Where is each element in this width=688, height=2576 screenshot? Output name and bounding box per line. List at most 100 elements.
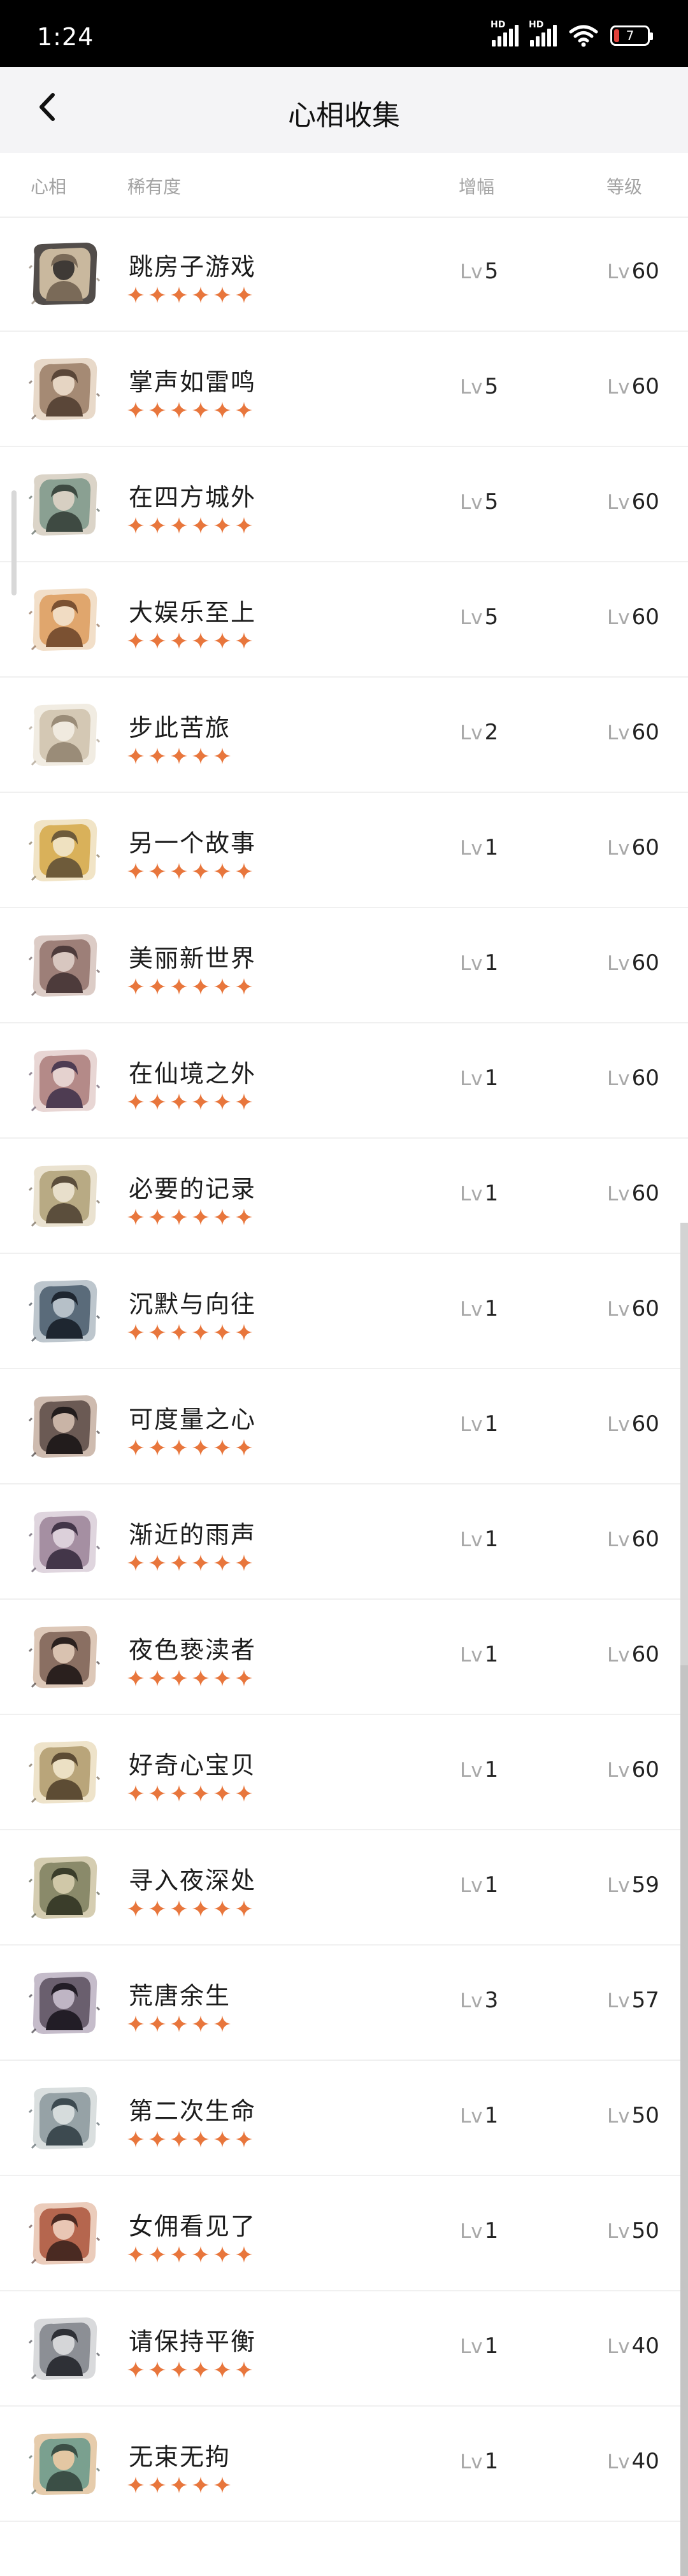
rarity-star-icon [214,863,231,879]
scrollbar-thumb-left[interactable] [11,490,17,595]
rarity-star-icon [171,1785,187,1802]
portrait-thumbnail [28,2317,101,2380]
portrait-thumbnail [28,1280,101,1342]
list-item[interactable]: 在仙境之外 Lv1 Lv60 [0,1023,688,1139]
portrait-thumbnail [28,2433,101,2495]
rarity-star-icon [214,1670,231,1686]
item-name: 寻入夜深处 [129,1867,257,1895]
rarity-star-icon [214,748,231,764]
rarity-star-icon [214,2246,231,2263]
battery-level: 7 [626,28,634,43]
boost-number: 5 [484,374,499,399]
rarity-star-icon [127,1324,144,1341]
rarity-star-icon [149,1670,166,1686]
list-item[interactable]: 渐近的雨声 Lv1 Lv60 [0,1484,688,1600]
rarity-star-icon [149,287,166,303]
level-prefix: Lv [607,1759,630,1782]
rarity-stars [126,2245,254,2264]
rarity-stars [126,1092,254,1111]
rarity-star-icon [236,1093,252,1110]
rarity-star-icon [214,1900,231,1917]
rarity-star-icon [127,1900,144,1917]
signal-icon: HD [529,20,557,46]
rarity-star-icon [127,2477,144,2493]
level-prefix: Lv [460,1759,483,1782]
rarity-star-icon [171,748,187,764]
portrait-thumbnail [28,588,101,651]
list-item[interactable]: 大娱乐至上 Lv5 Lv60 [0,562,688,678]
item-name: 女佣看见了 [129,2212,257,2240]
level-prefix: Lv [460,1067,483,1090]
list-item[interactable]: 请保持平衡 Lv1 Lv40 [0,2291,688,2407]
level-prefix: Lv [607,722,630,744]
item-name: 步此苦旅 [129,714,231,742]
boost-value: Lv1 [460,1872,498,1898]
battery-icon: 7 [610,25,653,46]
list-item[interactable]: 沉默与向往 Lv1 Lv60 [0,1254,688,1369]
collection-list[interactable]: 心相 稀有度 增幅 等级 跳房子游戏 Lv5 Lv60 掌声如雷鸣 Lv5 Lv60 在四方… [0,153,688,2576]
list-item[interactable]: 必要的记录 Lv1 Lv60 [0,1139,688,1254]
rarity-star-icon [171,1555,187,1571]
level-prefix: Lv [607,2220,630,2243]
status-time: 1:24 [37,23,94,51]
list-item[interactable]: 步此苦旅 Lv2 Lv60 [0,678,688,793]
rarity-star-icon [171,402,187,418]
level-prefix: Lv [607,260,630,283]
portrait-thumbnail [28,243,101,305]
list-item[interactable]: 在四方城外 Lv5 Lv60 [0,447,688,562]
rarity-star-icon [149,1439,166,1456]
item-name: 跳房子游戏 [129,253,257,281]
list-item[interactable]: 美丽新世界 Lv1 Lv60 [0,908,688,1023]
level-value: Lv50 [607,2218,659,2244]
list-item[interactable]: 夜色亵渎者 Lv1 Lv60 [0,1600,688,1715]
rarity-star-icon [149,2016,166,2032]
level-prefix: Lv [460,1183,483,1206]
level-number: 60 [631,1065,659,1091]
rarity-stars [126,2360,254,2379]
rarity-star-icon [214,2361,231,2378]
rarity-stars [126,977,254,996]
level-number: 60 [631,1181,659,1206]
boost-number: 1 [484,1411,499,1437]
level-prefix: Lv [607,1874,630,1897]
rarity-stars [126,1669,254,1688]
boost-value: Lv1 [460,2449,498,2474]
rarity-stars [126,2130,254,2149]
list-item[interactable]: 寻入夜深处 Lv1 Lv59 [0,1830,688,1946]
list-item[interactable]: 第二次生命 Lv1 Lv50 [0,2061,688,2176]
rarity-star-icon [171,517,187,534]
level-prefix: Lv [460,606,483,629]
rarity-star-icon [192,1670,209,1686]
level-prefix: Lv [460,260,483,283]
list-item[interactable]: 掌声如雷鸣 Lv5 Lv60 [0,332,688,447]
rarity-star-icon [171,1093,187,1110]
rarity-star-icon [236,2131,252,2147]
rarity-star-icon [214,287,231,303]
list-item[interactable]: 好奇心宝贝 Lv1 Lv60 [0,1715,688,1830]
item-name: 好奇心宝贝 [129,1751,257,1779]
rarity-star-icon [149,632,166,649]
list-item[interactable]: 无束无拘 Lv1 Lv40 [0,2407,688,2522]
scrollbar-thumb[interactable] [680,1665,688,2576]
rarity-star-icon [214,1439,231,1456]
rarity-star-icon [192,2131,209,2147]
rarity-star-icon [171,632,187,649]
rarity-star-icon [192,2246,209,2263]
list-item[interactable]: 跳房子游戏 Lv5 Lv60 [0,217,688,332]
rarity-star-icon [149,2477,166,2493]
rarity-star-icon [171,1900,187,1917]
boost-value: Lv2 [460,720,498,745]
item-name: 渐近的雨声 [129,1521,257,1549]
rarity-star-icon [127,402,144,418]
rarity-star-icon [236,2246,252,2263]
list-item[interactable]: 另一个故事 Lv1 Lv60 [0,793,688,908]
list-item[interactable]: 荒唐余生 Lv3 Lv57 [0,1946,688,2061]
signal-icon: HD [491,20,519,46]
level-prefix: Lv [460,952,483,975]
portrait-thumbnail [28,1050,101,1112]
list-item[interactable]: 女佣看见了 Lv1 Lv50 [0,2176,688,2291]
boost-value: Lv1 [460,1526,498,1552]
list-item[interactable]: 可度量之心 Lv1 Lv60 [0,1369,688,1484]
signal-hd-label: HD [491,20,506,30]
level-number: 59 [631,1872,659,1898]
